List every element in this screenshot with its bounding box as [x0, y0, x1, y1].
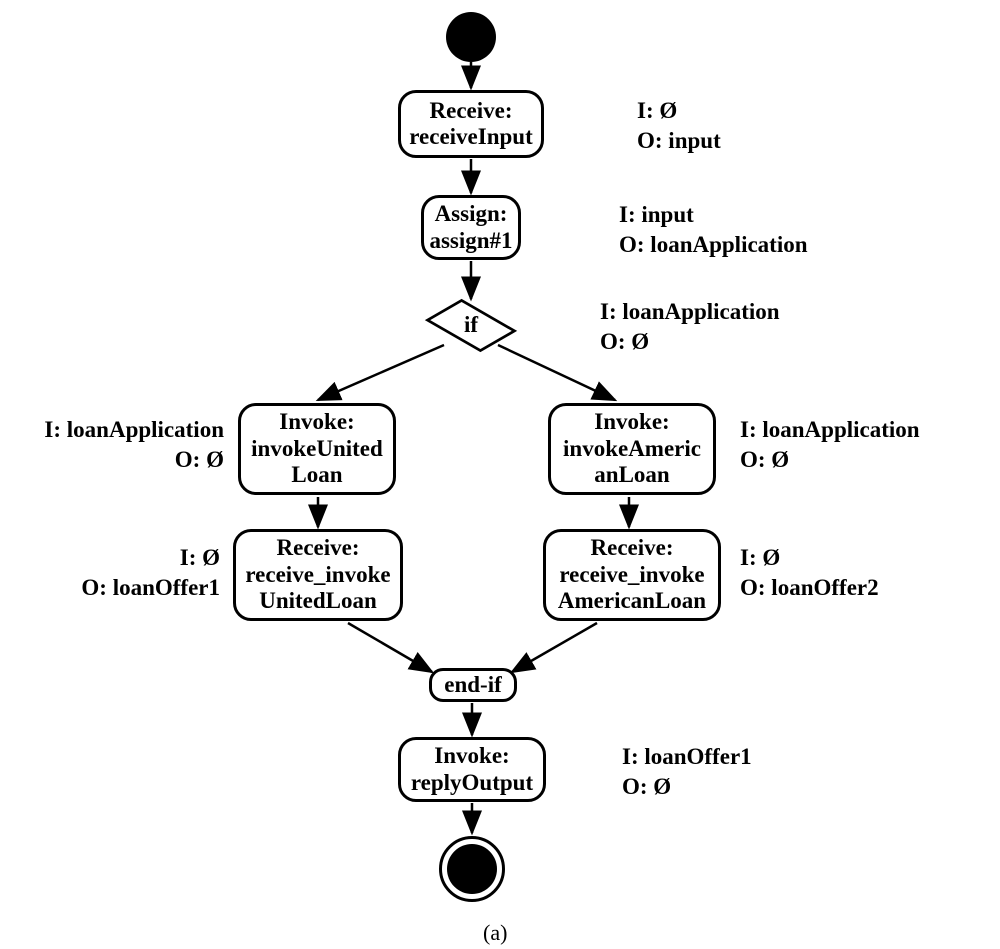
- receive-american-node: Receive: receive_invoke AmericanLoan: [543, 529, 721, 621]
- node-label: receive_invoke: [245, 562, 390, 588]
- node-label: receiveInput: [409, 124, 533, 150]
- node-label: invokeAmeric: [563, 436, 701, 462]
- caption: (a): [483, 920, 507, 946]
- node-label: invokeUnited: [251, 436, 383, 462]
- io-label: I: Ø O: loanOffer2: [740, 543, 879, 603]
- receive-input-node: Receive: receiveInput: [398, 90, 544, 158]
- node-label: assign#1: [429, 228, 512, 254]
- node-label: Loan: [291, 462, 342, 488]
- invoke-american-node: Invoke: invokeAmeric anLoan: [548, 403, 716, 495]
- reply-output-node: Invoke: replyOutput: [398, 737, 546, 802]
- node-label: if: [464, 312, 478, 338]
- node-label: Invoke:: [279, 409, 354, 435]
- io-label: I: loanApplication O: Ø: [34, 415, 224, 475]
- end-if-node: end-if: [429, 668, 517, 702]
- receive-united-node: Receive: receive_invoke UnitedLoan: [233, 529, 403, 621]
- node-label: receive_invoke: [559, 562, 704, 588]
- node-label: end-if: [444, 672, 502, 698]
- io-label: I: loanApplication O: Ø: [600, 297, 780, 357]
- assign-node: Assign: assign#1: [421, 195, 521, 260]
- start-node: [446, 12, 496, 62]
- io-label: I: Ø O: input: [637, 96, 721, 156]
- node-label: Receive:: [277, 535, 360, 561]
- node-label: Receive:: [430, 98, 513, 124]
- node-label: Invoke:: [594, 409, 669, 435]
- invoke-united-node: Invoke: invokeUnited Loan: [238, 403, 396, 495]
- node-label: AmericanLoan: [558, 588, 706, 614]
- io-label: I: Ø O: loanOffer1: [60, 543, 220, 603]
- node-label: Receive:: [591, 535, 674, 561]
- activity-diagram: Receive: receiveInput I: Ø O: input Assi…: [0, 0, 1000, 949]
- end-node: [447, 844, 497, 894]
- node-label: Invoke:: [434, 743, 509, 769]
- node-label: Assign:: [435, 201, 508, 227]
- node-label: UnitedLoan: [259, 588, 377, 614]
- io-label: I: loanApplication O: Ø: [740, 415, 920, 475]
- node-label: replyOutput: [411, 770, 533, 796]
- node-label: anLoan: [594, 462, 669, 488]
- io-label: I: input O: loanApplication: [619, 200, 808, 260]
- if-node: if: [431, 300, 511, 350]
- io-label: I: loanOffer1 O: Ø: [622, 742, 752, 802]
